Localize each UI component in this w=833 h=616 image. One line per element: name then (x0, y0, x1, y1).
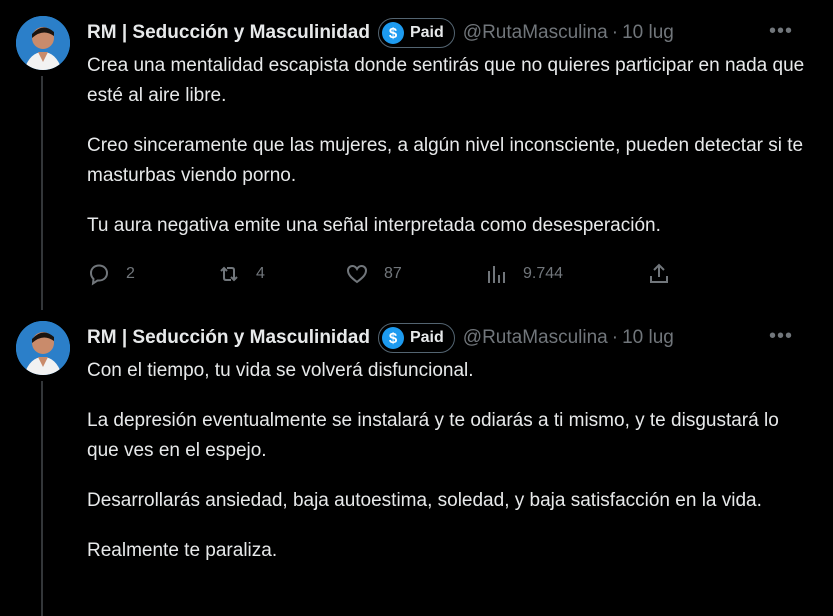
separator-dot: · (611, 327, 619, 348)
like-count: 87 (384, 265, 402, 282)
paid-badge[interactable]: $ Paid (377, 18, 455, 48)
reply-count: 2 (126, 265, 135, 282)
like-button[interactable]: 87 (345, 262, 402, 286)
heart-icon (346, 264, 368, 284)
share-icon (650, 263, 668, 283)
reply-button[interactable]: 2 (87, 262, 135, 286)
dollar-icon: $ (381, 327, 404, 349)
thread-line (41, 381, 43, 616)
avatar-image (16, 16, 70, 70)
views-chart-icon (488, 266, 505, 283)
tweet-text: Crea una mentalidad escapista donde sent… (87, 51, 807, 241)
tweet-paragraph: Desarrollarás ansiedad, baja autoestima,… (87, 490, 762, 511)
tweet-text: Con el tiempo, tu vida se volverá disfun… (87, 356, 807, 566)
avatar-image (16, 321, 70, 375)
paid-label: Paid (409, 24, 444, 41)
reply-icon (89, 264, 109, 286)
tweet-date[interactable]: 10 lug (622, 327, 674, 349)
avatar[interactable] (16, 321, 70, 375)
tweet-paragraph: Con el tiempo, tu vida se volverá disfun… (87, 360, 474, 381)
retweet-icon (220, 266, 238, 282)
more-horizontal-icon[interactable]: ••• (769, 20, 793, 43)
avatar[interactable] (16, 16, 70, 70)
paid-label: Paid (409, 329, 444, 346)
author-handle[interactable]: @RutaMasculina (463, 22, 608, 44)
author-name[interactable]: RM | Seducción y Masculinidad (87, 327, 370, 349)
tweet-2[interactable]: RM | Seducción y Masculinidad $ Paid @Ru… (0, 305, 833, 616)
paid-badge[interactable]: $ Paid (377, 323, 455, 353)
tweet-paragraph: La depresión eventualmente se instalará … (87, 410, 779, 461)
tweet-header: RM | Seducción y Masculinidad $ Paid @Ru… (87, 323, 674, 353)
retweet-count: 4 (256, 265, 265, 282)
tweet-1[interactable]: RM | Seducción y Masculinidad $ Paid @Ru… (0, 0, 833, 310)
tweet-paragraph: Creo sinceramente que las mujeres, a alg… (87, 135, 804, 186)
dollar-icon: $ (381, 22, 404, 44)
author-handle[interactable]: @RutaMasculina (463, 327, 608, 349)
retweet-button[interactable]: 4 (217, 262, 265, 286)
tweet-actions: 2 4 87 9.744 (87, 262, 687, 292)
thread-line (41, 76, 43, 310)
tweet-header: RM | Seducción y Masculinidad $ Paid @Ru… (87, 18, 674, 48)
more-horizontal-icon[interactable]: ••• (769, 325, 793, 348)
tweet-paragraph: Realmente te paraliza. (87, 540, 278, 561)
view-count: 9.744 (523, 265, 564, 282)
author-name[interactable]: RM | Seducción y Masculinidad (87, 22, 370, 44)
views-button[interactable]: 9.744 (484, 262, 563, 286)
share-button[interactable] (647, 262, 686, 286)
tweet-paragraph: Tu aura negativa emite una señal interpr… (87, 215, 661, 236)
tweet-paragraph: Crea una mentalidad escapista donde sent… (87, 55, 805, 106)
separator-dot: · (611, 22, 619, 43)
tweet-date[interactable]: 10 lug (622, 22, 674, 44)
